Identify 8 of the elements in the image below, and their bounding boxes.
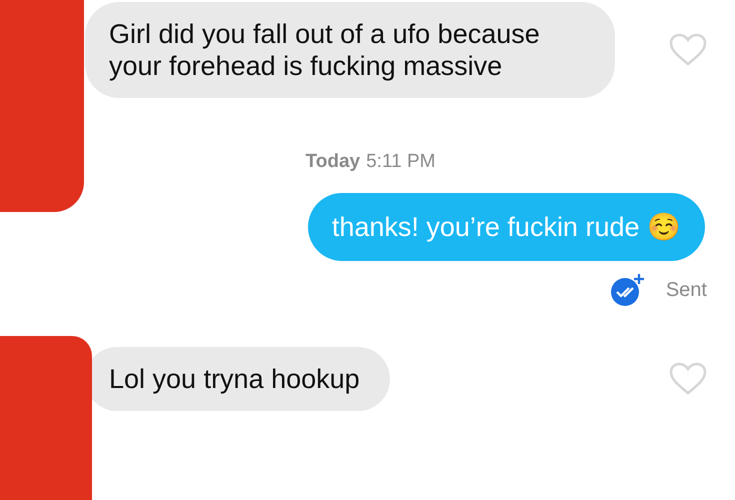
- heart-icon[interactable]: [669, 33, 707, 67]
- timestamp-time: 5:11 PM: [366, 150, 436, 174]
- heart-icon[interactable]: [669, 362, 707, 396]
- message-bubble: thanks! you’re fuckin rude ☺: [308, 192, 705, 260]
- delivery-status: Sent: [666, 278, 707, 302]
- message-bubble: Girl did you fall out of a ufo because your forehead is fucking massive: [85, 2, 615, 98]
- timestamp-day: Today: [306, 148, 360, 176]
- read-receipt-icon: [610, 272, 646, 306]
